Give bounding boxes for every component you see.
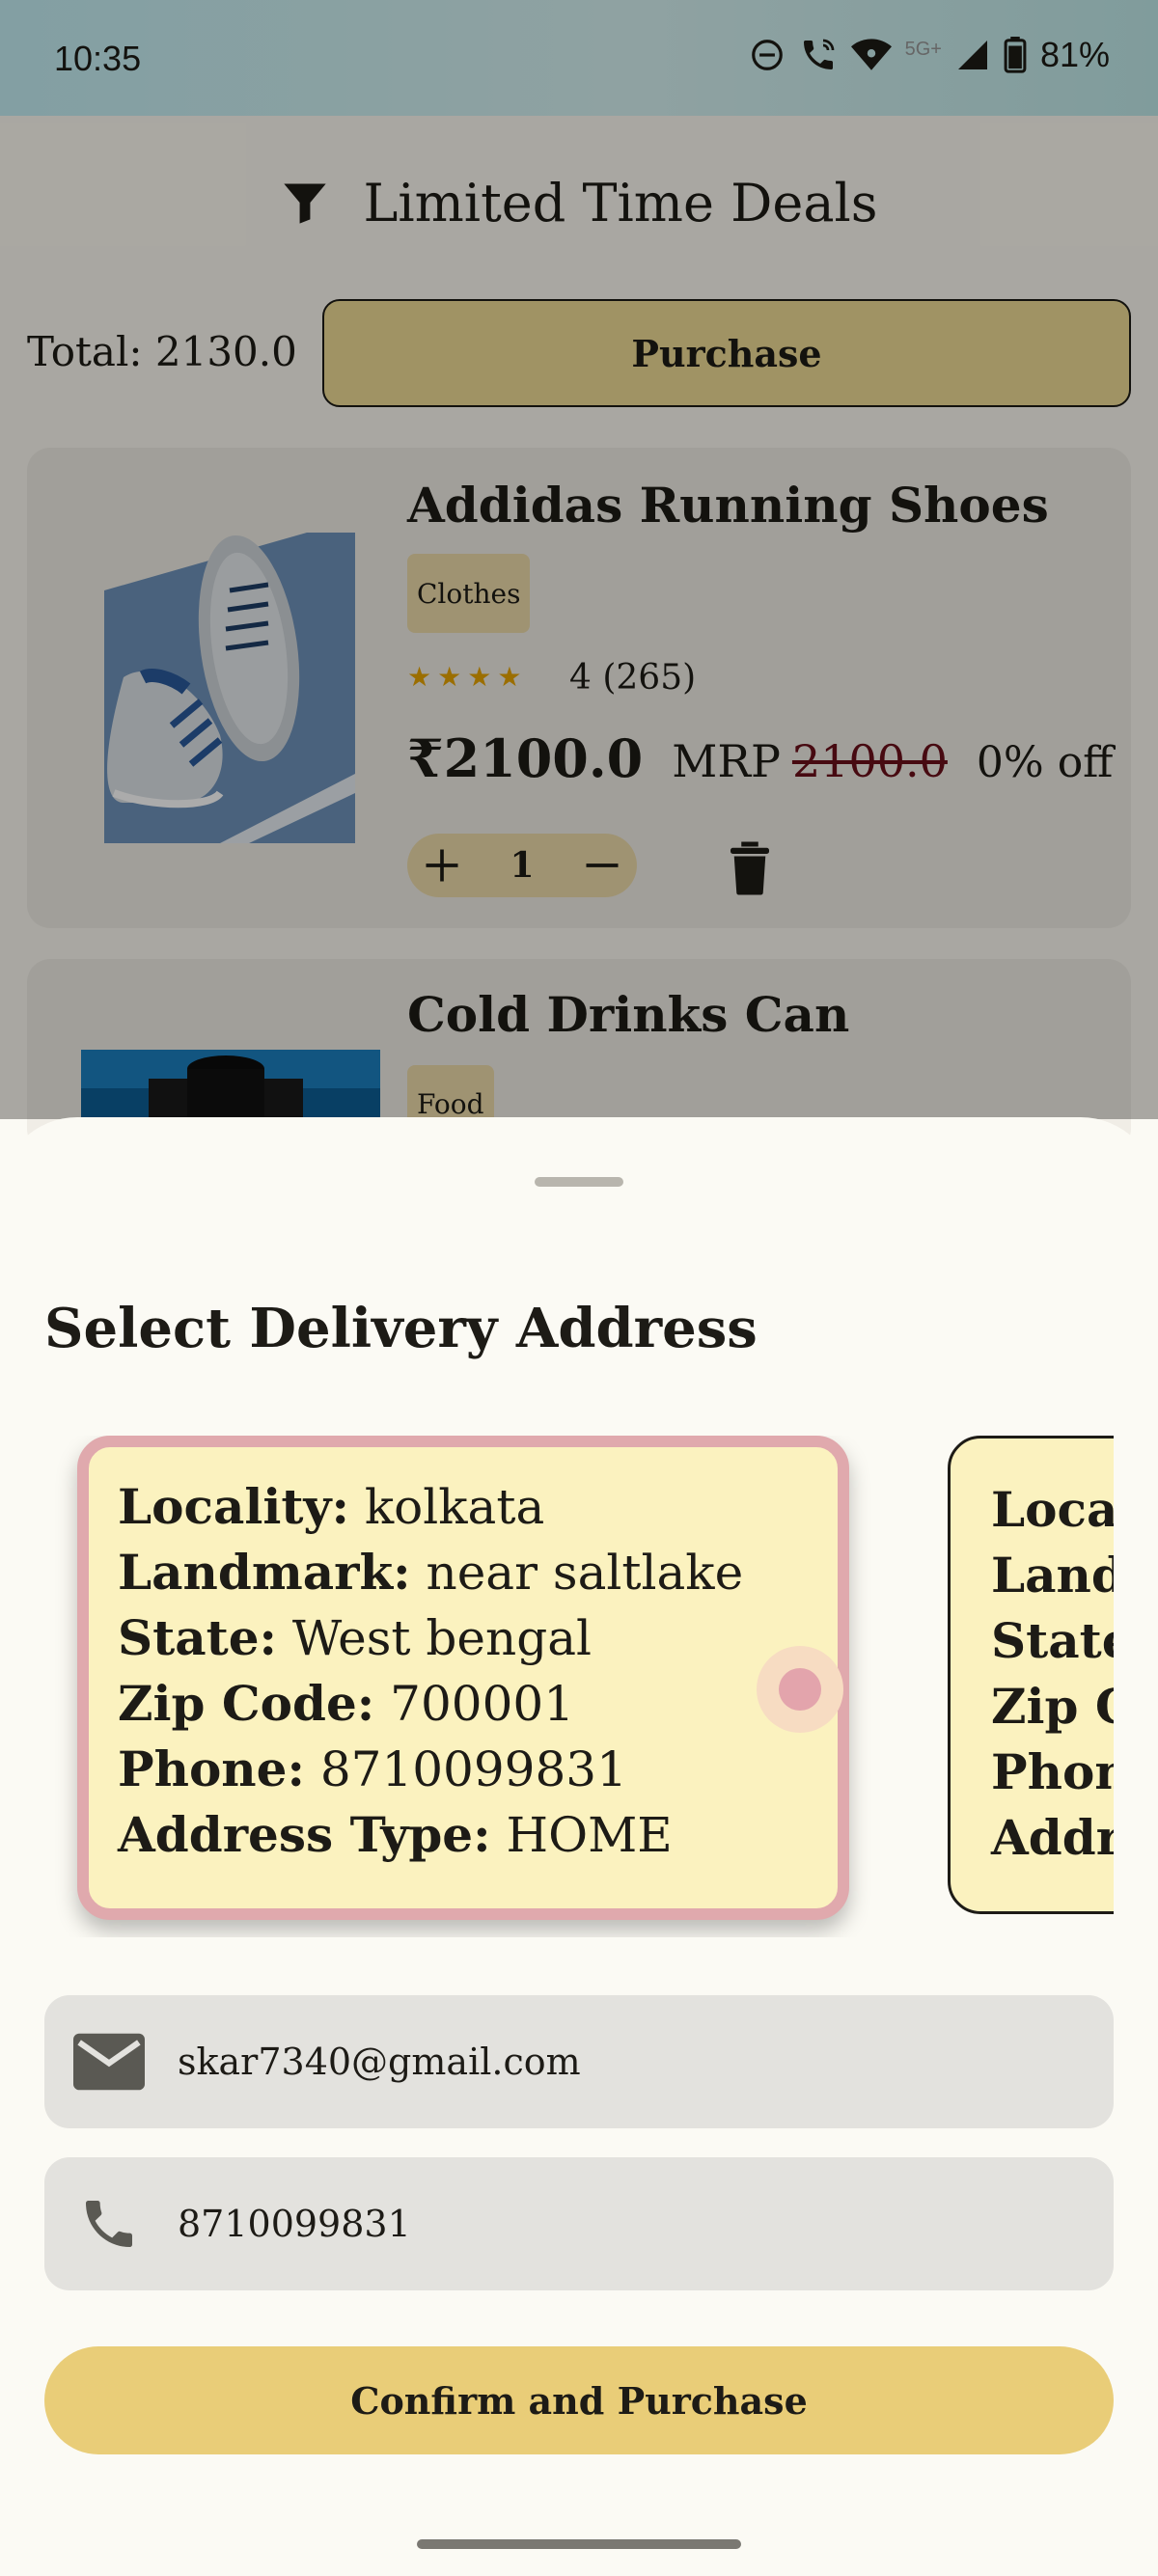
address-locality: Local — [991, 1481, 1114, 1538]
address-phone: Phon — [991, 1743, 1114, 1800]
address-card-selected[interactable]: Locality: kolkata Landmark: near saltlak… — [77, 1436, 849, 1920]
address-radio-selected[interactable] — [757, 1646, 843, 1733]
delivery-address-sheet: Select Delivery Address Locality: kolkat… — [0, 1117, 1158, 2576]
phone-icon — [73, 2188, 145, 2260]
address-landmark: Landmark: near saltlake — [118, 1544, 744, 1601]
radio-dot — [779, 1668, 821, 1711]
email-field[interactable]: skar7340@gmail.com — [44, 1995, 1114, 2128]
address-carousel[interactable]: Locality: kolkata Landmark: near saltlak… — [44, 1436, 1114, 1937]
address-state: State: West bengal — [118, 1609, 593, 1666]
address-locality: Locality: kolkata — [118, 1478, 545, 1535]
sheet-drag-handle[interactable] — [535, 1177, 623, 1187]
sheet-title: Select Delivery Address — [44, 1297, 758, 1360]
address-zip-code: Zip C — [991, 1678, 1114, 1735]
address-landmark: Landi — [991, 1547, 1114, 1603]
address-card[interactable]: Local Landi State Zip C Phon Addre — [948, 1436, 1114, 1914]
home-indicator[interactable] — [417, 2539, 741, 2549]
address-phone: Phone: 8710099831 — [118, 1740, 627, 1797]
address-state: State — [991, 1612, 1114, 1669]
phone-value: 8710099831 — [178, 2203, 411, 2245]
address-type: Addre — [991, 1809, 1114, 1866]
address-details: Local Landi State Zip C Phon Addre — [991, 1477, 1114, 1871]
confirm-and-purchase-button[interactable]: Confirm and Purchase — [44, 2346, 1114, 2454]
address-zip-code: Zip Code: 700001 — [118, 1675, 575, 1732]
address-details: Locality: kolkata Landmark: near saltlak… — [118, 1474, 743, 1868]
modal-scrim[interactable] — [0, 0, 1158, 1119]
address-type: Address Type: HOME — [118, 1806, 673, 1863]
email-value: skar7340@gmail.com — [178, 2041, 581, 2083]
mail-icon — [73, 2026, 145, 2097]
phone-field[interactable]: 8710099831 — [44, 2157, 1114, 2290]
